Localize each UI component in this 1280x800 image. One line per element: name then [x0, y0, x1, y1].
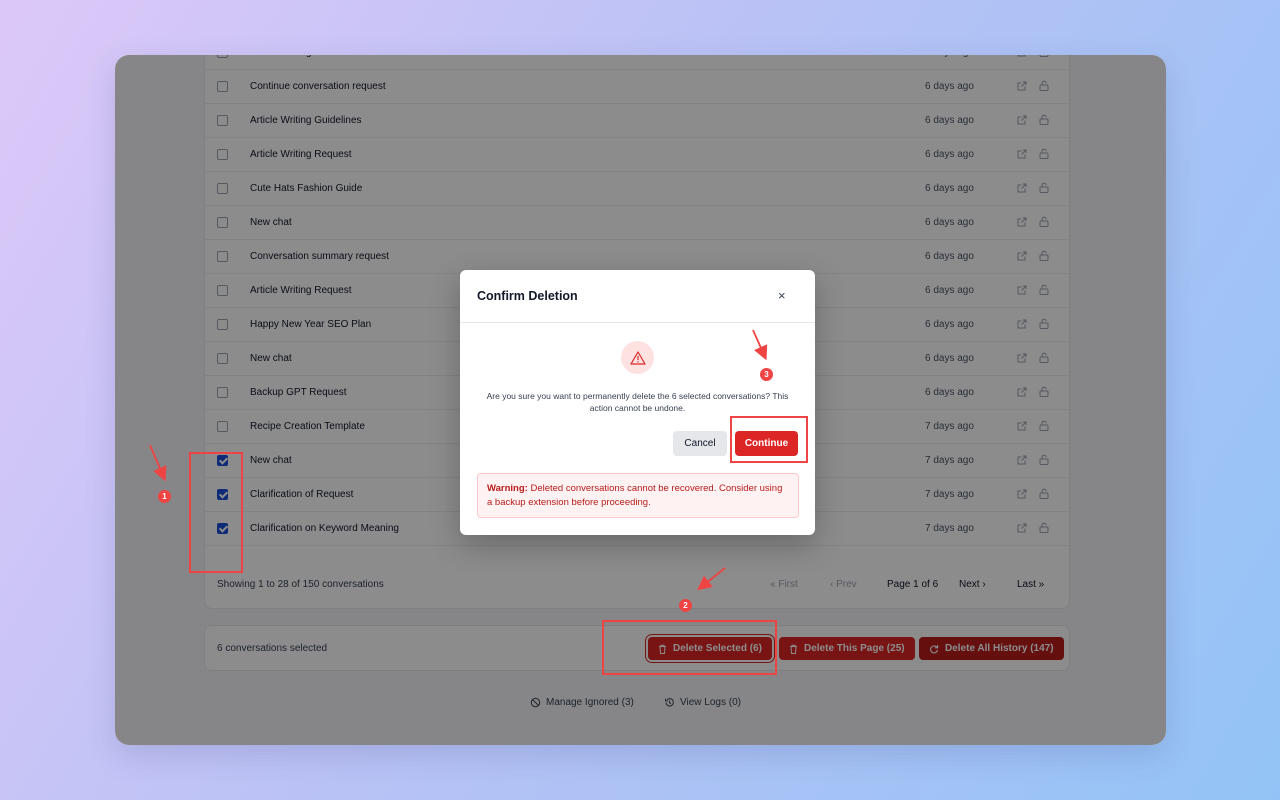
annotation-box-2: [602, 620, 777, 675]
dialog-header: Confirm Deletion ×: [460, 270, 815, 323]
warning-text: Deleted conversations cannot be recovere…: [487, 483, 783, 508]
cancel-button[interactable]: Cancel: [673, 431, 727, 456]
warning-icon-badge: [621, 341, 654, 374]
annotation-badge-1: 1: [158, 490, 171, 503]
warning-icon: [629, 350, 646, 365]
dialog-title: Confirm Deletion: [477, 289, 578, 303]
dialog-message: Are you sure you want to permanently del…: [486, 391, 789, 413]
annotation-badge-3: 3: [760, 368, 773, 381]
confirm-deletion-dialog: Confirm Deletion × Are you sure you want…: [460, 270, 815, 535]
annotation-box-3: [730, 416, 808, 463]
close-icon[interactable]: ×: [778, 288, 786, 303]
annotation-badge-2: 2: [679, 599, 692, 612]
warning-callout: Warning: Deleted conversations cannot be…: [477, 473, 799, 518]
warning-label: Warning:: [487, 483, 528, 494]
annotation-box-1: [189, 452, 243, 573]
